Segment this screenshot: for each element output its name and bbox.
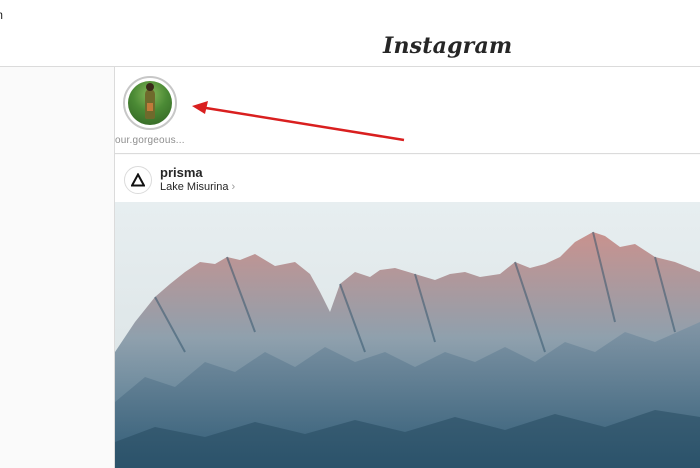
post-location[interactable]: Lake Misurina ›	[160, 181, 235, 193]
location-label: Lake Misurina	[160, 181, 229, 193]
instagram-logo[interactable]: Instagram	[383, 30, 512, 62]
stories-tray: our.gorgeous...	[115, 67, 700, 154]
story-username: our.gorgeous...	[115, 135, 185, 146]
left-pane	[0, 67, 115, 468]
post-header: prisma Lake Misurina ›	[115, 155, 700, 203]
story-avatar-figure	[145, 83, 155, 119]
prisma-triangle-icon	[131, 173, 145, 187]
feed-post: prisma Lake Misurina ›	[115, 155, 700, 468]
window-title-bar: m	[0, 0, 700, 30]
story-avatar	[128, 81, 172, 125]
post-username[interactable]: prisma	[160, 165, 203, 180]
instagram-header: Instagram	[0, 30, 700, 67]
post-image[interactable]	[115, 202, 700, 468]
post-avatar[interactable]	[124, 166, 152, 194]
chevron-right-icon: ›	[231, 181, 236, 193]
window-title: m	[0, 0, 3, 30]
story-item[interactable]	[123, 76, 177, 130]
